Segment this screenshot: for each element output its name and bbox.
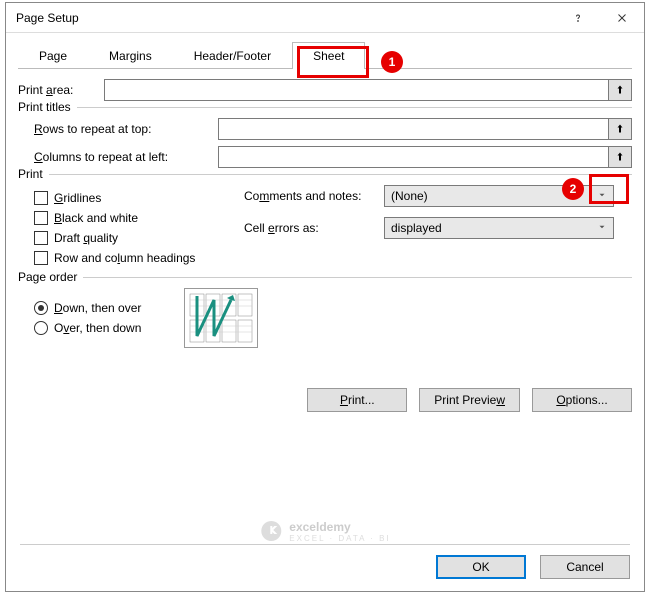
over-then-down-label: Over, then down (54, 321, 141, 335)
chevron-down-icon (597, 189, 607, 203)
draft-label: Draft quality (54, 231, 118, 245)
chevron-down-icon (597, 221, 607, 235)
dialog-body: Page Margins Header/Footer Sheet Print a… (6, 33, 644, 424)
comments-select[interactable]: (None) (384, 185, 614, 207)
ok-button[interactable]: OK (436, 555, 526, 579)
tab-sheet[interactable]: Sheet (292, 42, 365, 69)
page-order-preview-icon (184, 288, 258, 348)
print-titles-legend: Print titles (18, 100, 77, 114)
middle-button-row: Print... Print Preview Options... (18, 388, 632, 412)
down-then-over-label: Down, then over (54, 301, 141, 315)
print-area-ref-button[interactable] (608, 79, 632, 101)
dialog-title: Page Setup (16, 11, 556, 25)
over-then-down-radio[interactable] (34, 321, 48, 335)
cols-repeat-ref-button[interactable] (608, 146, 632, 168)
titlebar: Page Setup (6, 3, 644, 33)
watermark: exceldemy EXCEL · DATA · BI (259, 519, 390, 543)
rows-repeat-label: Rows to repeat at top: (34, 122, 218, 136)
print-area-label: Print area: (18, 83, 104, 97)
down-then-over-radio[interactable] (34, 301, 48, 315)
draft-checkbox[interactable] (34, 231, 48, 245)
page-setup-dialog: Page Setup Page Margins Header/Footer Sh… (5, 2, 645, 592)
page-order-legend: Page order (18, 270, 83, 284)
tabstrip: Page Margins Header/Footer Sheet (18, 41, 632, 69)
print-group: Print Gridlines Black and white Draft qu… (18, 174, 632, 271)
row-col-headings-label: Row and column headings (54, 251, 195, 265)
watermark-brand: exceldemy (289, 520, 350, 534)
rows-repeat-ref-button[interactable] (608, 118, 632, 140)
row-col-headings-checkbox[interactable] (34, 251, 48, 265)
print-preview-button[interactable]: Print Preview (419, 388, 520, 412)
comments-value: (None) (391, 189, 428, 203)
tab-margins[interactable]: Margins (88, 42, 173, 69)
tab-header-footer[interactable]: Header/Footer (173, 42, 292, 69)
rows-repeat-input[interactable] (218, 118, 609, 140)
cols-repeat-label: Columns to repeat at left: (34, 150, 218, 164)
cancel-button[interactable]: Cancel (540, 555, 630, 579)
tab-page[interactable]: Page (18, 42, 88, 69)
comments-label: Comments and notes: (244, 189, 384, 203)
cell-errors-value: displayed (391, 221, 442, 235)
page-order-group: Page order Down, then over Over, then do… (18, 277, 632, 348)
help-button[interactable] (556, 3, 600, 33)
print-area-input[interactable] (104, 79, 609, 101)
close-button[interactable] (600, 3, 644, 33)
print-button[interactable]: Print... (307, 388, 407, 412)
print-legend: Print (18, 167, 49, 181)
gridlines-label: Gridlines (54, 191, 101, 205)
cell-errors-select[interactable]: displayed (384, 217, 614, 239)
print-area-row: Print area: (18, 79, 632, 101)
options-button[interactable]: Options... (532, 388, 632, 412)
black-white-label: Black and white (54, 211, 138, 225)
footer-button-row: OK Cancel (20, 544, 630, 579)
watermark-tagline: EXCEL · DATA · BI (289, 534, 390, 543)
cols-repeat-input[interactable] (218, 146, 609, 168)
cell-errors-label: Cell errors as: (244, 221, 384, 235)
gridlines-checkbox[interactable] (34, 191, 48, 205)
black-white-checkbox[interactable] (34, 211, 48, 225)
print-titles-group: Print titles Rows to repeat at top: Colu… (18, 107, 632, 168)
